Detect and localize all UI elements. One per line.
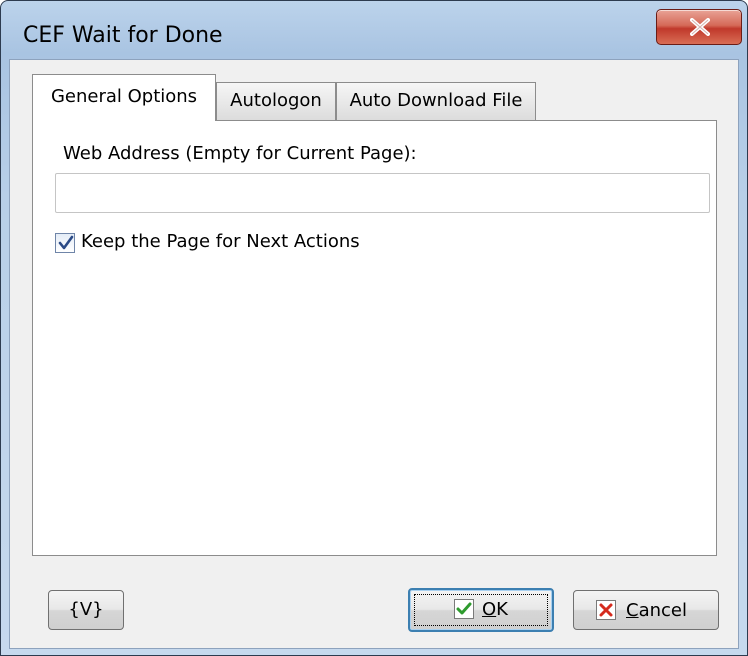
tab-label: Autologon bbox=[230, 90, 322, 111]
web-address-label: Web Address (Empty for Current Page): bbox=[63, 143, 417, 164]
general-options-panel: Web Address (Empty for Current Page): Ke… bbox=[32, 120, 717, 556]
window-title: CEF Wait for Done bbox=[23, 23, 223, 48]
variables-button[interactable]: {V} bbox=[48, 590, 124, 630]
close-button[interactable] bbox=[656, 9, 742, 45]
green-check-icon bbox=[454, 599, 474, 619]
tab-label: Auto Download File bbox=[349, 90, 523, 111]
red-x-icon bbox=[596, 600, 616, 620]
ok-button[interactable]: OK bbox=[408, 588, 554, 632]
dialog-window: CEF Wait for Done General Options Autolo… bbox=[0, 0, 748, 656]
variables-button-label: {V} bbox=[68, 599, 104, 620]
focus-rectangle bbox=[414, 594, 548, 626]
tab-auto-download-file[interactable]: Auto Download File bbox=[336, 82, 536, 120]
cancel-button-label: Cancel bbox=[626, 600, 687, 621]
tab-autologon[interactable]: Autologon bbox=[216, 82, 336, 120]
dialog-body: General Options Autologon Auto Download … bbox=[9, 59, 739, 649]
cancel-button[interactable]: Cancel bbox=[573, 590, 719, 630]
keep-page-label: Keep the Page for Next Actions bbox=[81, 231, 360, 252]
tab-general-options[interactable]: General Options bbox=[32, 74, 216, 121]
keep-page-checkbox[interactable] bbox=[55, 233, 75, 253]
ok-button-label: OK bbox=[482, 599, 508, 620]
title-bar[interactable]: CEF Wait for Done bbox=[1, 1, 747, 59]
checkmark-icon bbox=[58, 235, 74, 250]
web-address-input[interactable] bbox=[55, 173, 710, 213]
close-icon bbox=[690, 18, 710, 36]
tab-label: General Options bbox=[50, 86, 198, 107]
